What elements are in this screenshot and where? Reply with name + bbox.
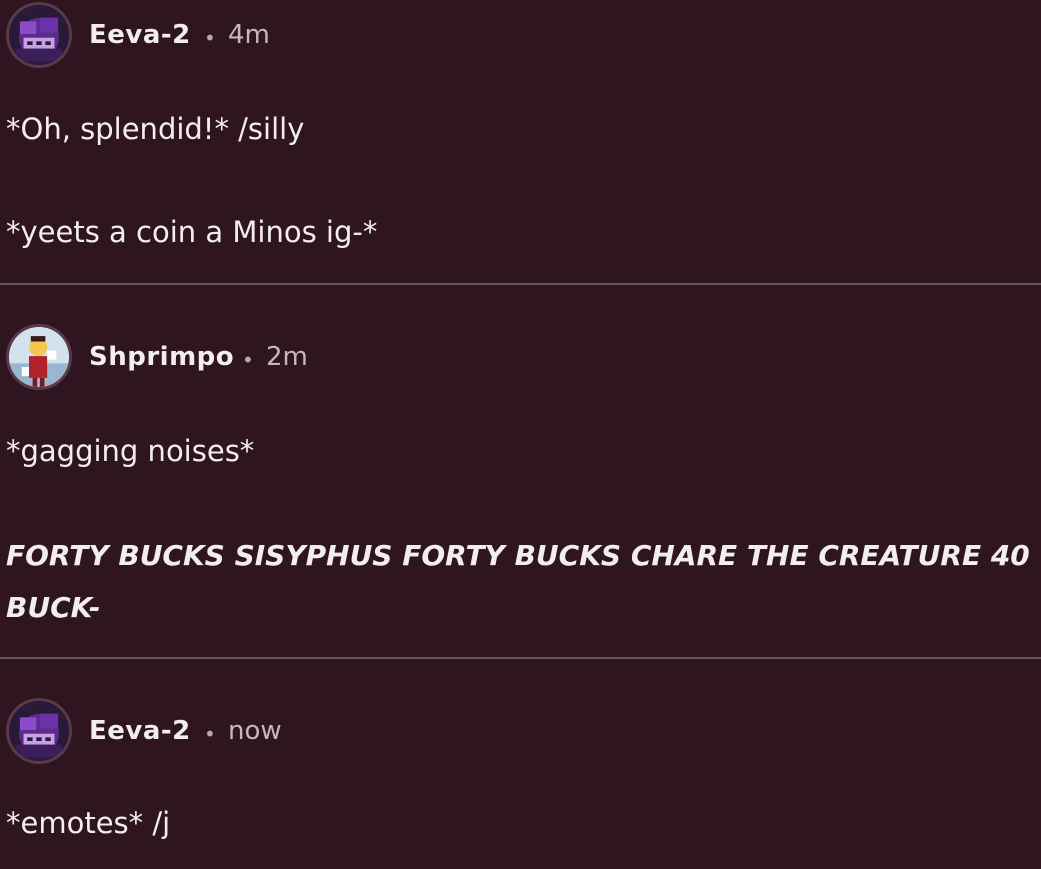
post-2: Shprimpo • 2m *gagging noises* FORTY BUC… (0, 322, 1041, 658)
post-header: Shprimpo • 2m (0, 322, 1041, 396)
separator-dot: • (204, 722, 216, 746)
post-text-line: *Oh, splendid!* /silly (6, 112, 305, 146)
author-name[interactable]: Eeva-2 (89, 716, 191, 746)
post-text-line: *yeets a coin a Minos ig-* (6, 215, 378, 249)
post-text-line: FORTY BUCKS SISYPHUS FORTY BUCKS CHARE T… (6, 539, 1030, 624)
post-text-line: *gagging noises* (6, 434, 255, 468)
separator-dot: • (242, 348, 254, 372)
avatar[interactable] (6, 2, 72, 68)
separator-dot: • (204, 26, 216, 50)
avatar-eeva-icon (9, 701, 69, 761)
avatar-shprimpo-icon (9, 327, 69, 387)
post-divider (0, 657, 1041, 659)
avatar-eeva-icon (9, 5, 69, 65)
post-header: Eeva-2 • now (0, 696, 1041, 770)
author-name[interactable]: Eeva-2 (89, 20, 191, 50)
post-text-line: *emotes* /j (6, 806, 171, 840)
timestamp: now (228, 716, 282, 746)
avatar[interactable] (6, 698, 72, 764)
timestamp: 4m (228, 20, 270, 50)
post-1: Eeva-2 • 4m *Oh, splendid!* /silly *yeet… (0, 0, 1041, 284)
avatar[interactable] (6, 324, 72, 390)
post-header: Eeva-2 • 4m (0, 0, 1041, 74)
post-divider (0, 283, 1041, 285)
author-name[interactable]: Shprimpo (89, 342, 234, 372)
timestamp: 2m (266, 342, 308, 372)
post-3: Eeva-2 • now *emotes* /j (0, 696, 1041, 869)
